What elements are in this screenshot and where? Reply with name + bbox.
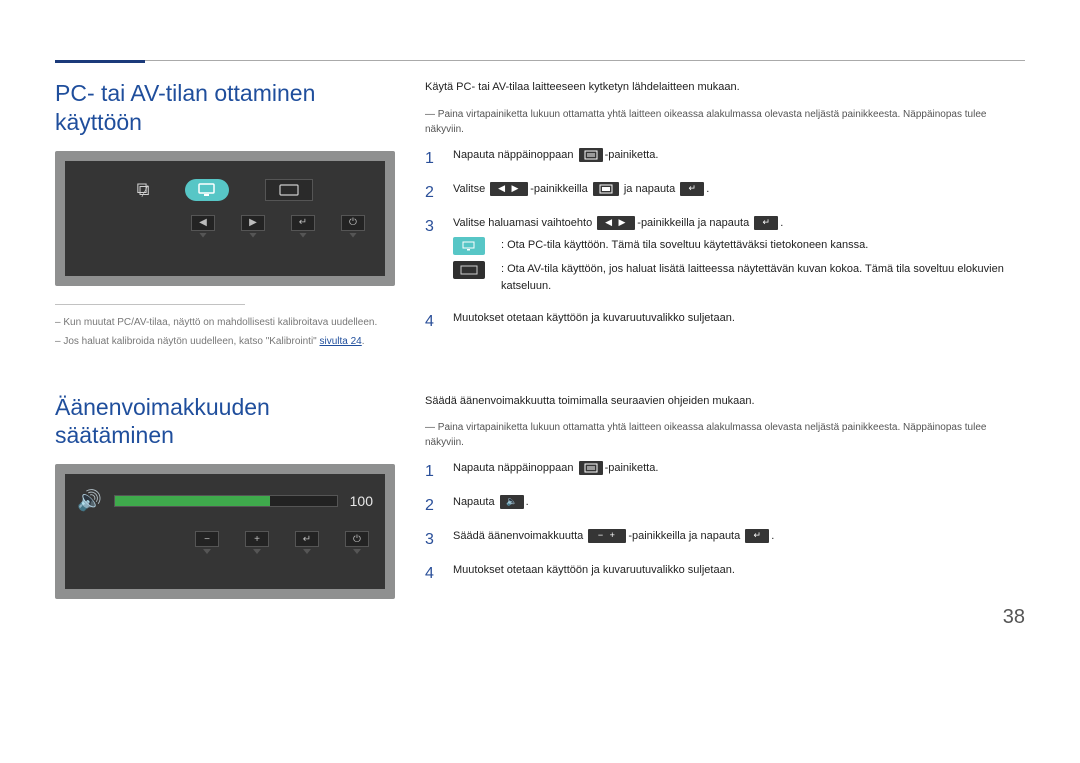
section2-steps: 1 Napauta näppäinoppaan -painiketta. 2 N… — [425, 460, 1025, 586]
page-number: 38 — [1003, 606, 1025, 629]
s1-step1-a: Napauta näppäinoppaan — [453, 149, 577, 161]
pc-mode-text: : Ota PC-tila käyttöön. Tämä tila sovelt… — [501, 237, 868, 254]
s1-step3-c: . — [780, 217, 783, 229]
s1-step2-c: ja napauta — [621, 183, 679, 195]
s2-step-num-4: 4 — [425, 562, 437, 586]
step-num-4: 4 — [425, 310, 437, 334]
speaker-inline-icon: 🔈 — [500, 495, 524, 509]
section1-steps: 1 Napauta näppäinoppaan -painiketta. 2 V… — [425, 147, 1025, 335]
pc-mode-icon — [453, 237, 485, 255]
osd-minus-button: − — [195, 531, 219, 554]
source-icon: ⧉̷ — [137, 179, 150, 200]
volume-bar — [114, 495, 338, 507]
s1-step3-a: Valitse haluamasi vaihtoehto — [453, 217, 595, 229]
enter-icon-2: ↵ — [754, 216, 778, 230]
osd-power-button-2: ⏻ — [345, 531, 369, 554]
av-mode-icon — [453, 261, 485, 279]
s2-step4: Muutokset otetaan käyttöön ja kuvaruutuv… — [453, 562, 1025, 579]
section1-dash-note: Paina virtapainiketta lukuun ottamatta y… — [425, 107, 1025, 137]
tv-icon — [279, 184, 299, 196]
section1-intro: Käytä PC- tai AV-tilaa laitteeseen kytke… — [425, 79, 1025, 96]
notes-separator — [55, 304, 245, 305]
pc-av-select-icon — [593, 182, 619, 196]
osd-left-button: ◀ — [191, 215, 215, 238]
step-num-2: 2 — [425, 181, 437, 205]
monitor-icon — [198, 183, 216, 197]
step-num-3: 3 — [425, 215, 437, 239]
enter-icon-3: ↵ — [745, 529, 769, 543]
menu-icon — [579, 148, 603, 162]
osd-enter-button-2: ↵ — [295, 531, 319, 554]
osd-right-button: ▶ — [241, 215, 265, 238]
s2-step3-a: Säädä äänenvoimakkuutta — [453, 530, 586, 542]
osd-pc-av-screenshot: ⧉̷ ◀ — [55, 151, 395, 286]
note2-prefix: Jos haluat kalibroida näytön uudelleen, … — [63, 336, 319, 347]
step-num-1: 1 — [425, 147, 437, 171]
section2-intro: Säädä äänenvoimakkuutta toimimalla seura… — [425, 393, 1025, 410]
s1-step2-b: -painikkeilla — [530, 183, 591, 195]
s2-step1-a: Napauta näppäinoppaan — [453, 462, 577, 474]
section2-title: Äänenvoimakkuuden säätäminen — [55, 393, 395, 451]
volume-value: 100 — [350, 493, 373, 509]
enter-icon: ↵ — [680, 182, 704, 196]
s2-step2-a: Napauta — [453, 496, 498, 508]
av-mode-text: : Ota AV-tila käyttöön, jos haluat lisät… — [501, 261, 1025, 294]
s2-step2-b: . — [526, 496, 529, 508]
osd-enter-button: ↵ — [291, 215, 315, 238]
link-page-24[interactable]: sivulta 24 — [320, 336, 362, 347]
note-calibration-ref: Jos haluat kalibroida näytön uudelleen, … — [55, 334, 395, 349]
osd-plus-button: + — [245, 531, 269, 554]
s2-step-num-2: 2 — [425, 494, 437, 518]
left-right-icon: ◀ ▶ — [490, 182, 528, 196]
osd-power-button: ⏻ — [341, 215, 365, 238]
pc-mode-pill — [185, 179, 229, 201]
speaker-icon: 🔊 — [77, 488, 102, 513]
s2-step-num-1: 1 — [425, 460, 437, 484]
note-recalibrate: Kun muutat PC/AV-tilaa, näyttö on mahdol… — [55, 315, 395, 330]
s1-step2-a: Valitse — [453, 183, 488, 195]
section2-dash-note: Paina virtapainiketta lukuun ottamatta y… — [425, 420, 1025, 450]
s1-step3-b: -painikkeilla ja napauta — [637, 217, 752, 229]
s1-step4: Muutokset otetaan käyttöön ja kuvaruutuv… — [453, 310, 1025, 327]
left-right-icon-2: ◀ ▶ — [597, 216, 635, 230]
s2-step1-b: -painiketta. — [605, 462, 659, 474]
minus-plus-icon: − + — [588, 529, 626, 543]
s1-step1-b: -painiketta. — [605, 149, 659, 161]
av-mode-pill — [265, 179, 313, 201]
s2-step3-b: -painikkeilla ja napauta — [628, 530, 743, 542]
menu-icon-2 — [579, 461, 603, 475]
section1-title: PC- tai AV-tilan ottaminen käyttöön — [55, 79, 395, 137]
osd-volume-screenshot: 🔊 100 − + ↵ ⏻ — [55, 464, 395, 599]
s1-step2-d: . — [706, 183, 709, 195]
s2-step3-c: . — [771, 530, 774, 542]
s2-step-num-3: 3 — [425, 528, 437, 552]
